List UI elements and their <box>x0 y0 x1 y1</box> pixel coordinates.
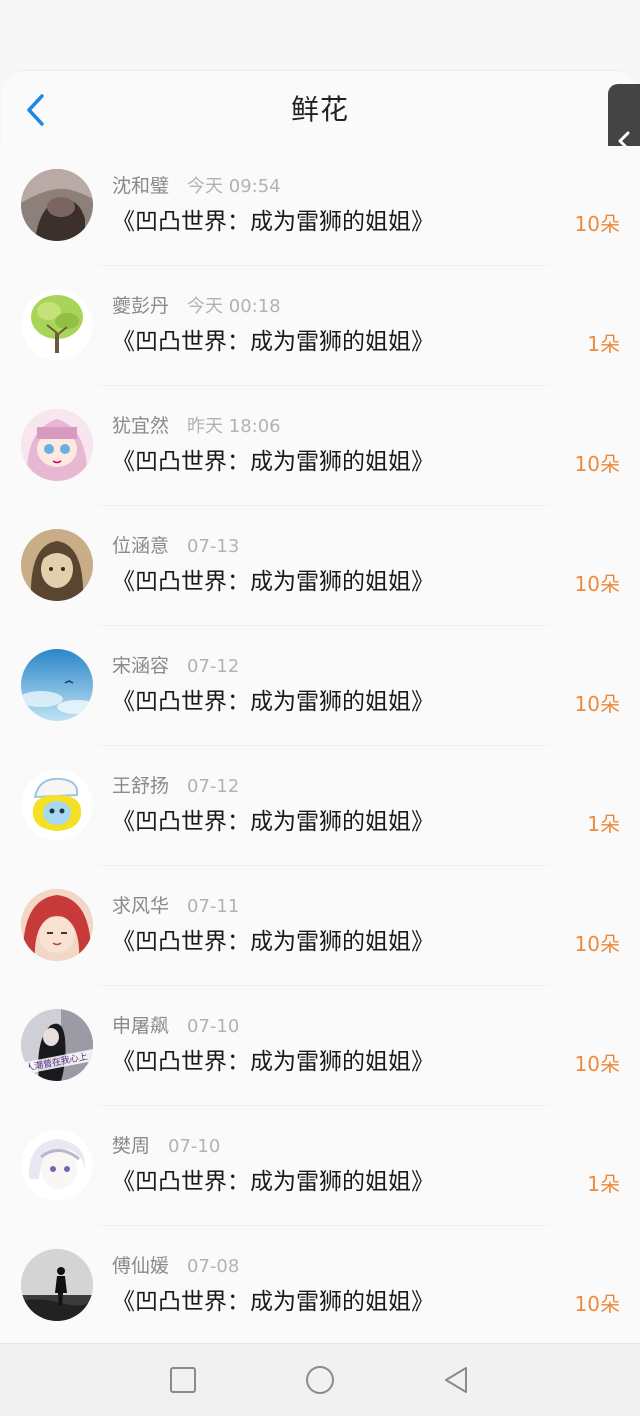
flower-count: 10朵 <box>574 1292 620 1316</box>
book-title: 《凹凸世界：成为雷狮的姐姐》 <box>112 569 434 595</box>
circle-icon <box>306 1366 334 1394</box>
page-title: 鲜花 <box>290 93 349 126</box>
flower-list: 沈和璧 今天 09:54 《凹凸世界：成为雷狮的姐姐》 10朵 夔彭丹 今天 00:… <box>0 146 640 1343</box>
book-title: 《凹凸世界：成为雷狮的姐姐》 <box>112 1289 434 1315</box>
avatar[interactable] <box>21 889 93 961</box>
flower-count: 1朵 <box>587 1172 620 1196</box>
book-title: 《凹凸世界：成为雷狮的姐姐》 <box>112 1049 434 1075</box>
square-icon <box>170 1367 196 1393</box>
list-item[interactable]: 王舒扬 07-12 《凹凸世界：成为雷狮的姐姐》 1朵 <box>0 746 640 866</box>
user-name: 犹宜然 <box>112 415 170 437</box>
avatar[interactable] <box>21 169 93 241</box>
timestamp: 昨天 18:06 <box>187 416 281 437</box>
book-title: 《凹凸世界：成为雷狮的姐姐》 <box>112 1169 434 1195</box>
timestamp: 今天 00:18 <box>187 296 281 317</box>
timestamp: 07-13 <box>187 536 240 557</box>
flower-count: 10朵 <box>574 1052 620 1076</box>
flower-count: 10朵 <box>574 452 620 476</box>
user-name: 沈和璧 <box>112 175 170 197</box>
list-item[interactable]: 人潮曾在我心上 申屠飙 07-10 《凹凸世界：成为雷狮的姐姐》 10朵 <box>0 986 640 1106</box>
user-name: 申屠飙 <box>112 1015 170 1037</box>
flower-count: 10朵 <box>574 212 620 236</box>
list-item[interactable]: 犹宜然 昨天 18:06 《凹凸世界：成为雷狮的姐姐》 10朵 <box>0 386 640 506</box>
flower-count: 1朵 <box>587 812 620 836</box>
book-title: 《凹凸世界：成为雷狮的姐姐》 <box>112 329 434 355</box>
avatar[interactable]: 人潮曾在我心上 <box>21 1009 93 1081</box>
avatar[interactable] <box>21 1129 93 1201</box>
list-item[interactable]: 宋涵容 07-12 《凹凸世界：成为雷狮的姐姐》 10朵 <box>0 626 640 746</box>
book-title: 《凹凸世界：成为雷狮的姐姐》 <box>112 689 434 715</box>
avatar[interactable] <box>21 529 93 601</box>
avatar[interactable] <box>21 649 93 721</box>
book-title: 《凹凸世界：成为雷狮的姐姐》 <box>112 449 434 475</box>
triangle-back-icon <box>445 1367 467 1393</box>
book-title: 《凹凸世界：成为雷狮的姐姐》 <box>112 929 434 955</box>
list-item[interactable]: 位涵意 07-13 《凹凸世界：成为雷狮的姐姐》 10朵 <box>0 506 640 626</box>
user-name: 夔彭丹 <box>112 295 170 317</box>
list-item[interactable]: 樊周 07-10 《凹凸世界：成为雷狮的姐姐》 1朵 <box>0 1106 640 1226</box>
list-item[interactable]: 求风华 07-11 《凹凸世界：成为雷狮的姐姐》 10朵 <box>0 866 640 986</box>
timestamp: 今天 09:54 <box>187 176 281 197</box>
user-name: 王舒扬 <box>112 775 170 797</box>
flower-count: 10朵 <box>574 692 620 716</box>
user-name: 位涵意 <box>112 535 170 557</box>
user-name: 宋涵容 <box>112 655 170 677</box>
timestamp: 07-10 <box>187 1016 240 1037</box>
system-nav-bar <box>0 1343 640 1416</box>
flower-count: 10朵 <box>574 932 620 956</box>
flower-count: 1朵 <box>587 332 620 356</box>
timestamp: 07-11 <box>187 896 240 917</box>
timestamp: 07-12 <box>187 776 240 797</box>
timestamp: 07-10 <box>168 1136 221 1157</box>
avatar[interactable] <box>21 769 93 841</box>
timestamp: 07-12 <box>187 656 240 677</box>
avatar[interactable] <box>21 409 93 481</box>
book-title: 《凹凸世界：成为雷狮的姐姐》 <box>112 209 434 235</box>
timestamp: 07-08 <box>187 1256 240 1277</box>
list-item[interactable]: 夔彭丹 今天 00:18 《凹凸世界：成为雷狮的姐姐》 1朵 <box>0 266 640 386</box>
user-name: 求风华 <box>112 895 170 917</box>
user-name: 樊周 <box>112 1135 151 1157</box>
back-nav-button[interactable] <box>434 1358 478 1402</box>
avatar[interactable] <box>21 289 93 361</box>
list-item[interactable]: 沈和璧 今天 09:54 《凹凸世界：成为雷狮的姐姐》 10朵 <box>0 146 640 266</box>
recent-apps-button[interactable] <box>161 1358 205 1402</box>
avatar[interactable] <box>21 1249 93 1321</box>
flower-count: 10朵 <box>574 572 620 596</box>
list-item[interactable]: 傅仙媛 07-08 《凹凸世界：成为雷狮的姐姐》 10朵 <box>0 1226 640 1343</box>
user-name: 傅仙媛 <box>112 1255 170 1277</box>
book-title: 《凹凸世界：成为雷狮的姐姐》 <box>112 809 434 835</box>
home-button[interactable] <box>298 1358 342 1402</box>
